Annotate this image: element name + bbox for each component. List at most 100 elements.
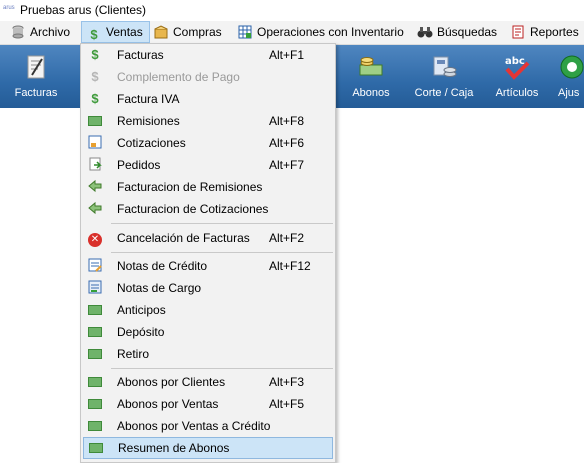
grid-icon [237,25,253,41]
menu-item-anticipos[interactable]: Anticipos [81,299,335,321]
menu-bar: Archivo $ Ventas Compras Operaciones con … [0,21,584,45]
money-icon [87,324,103,340]
menu-item-deposito[interactable]: Depósito [81,321,335,343]
menu-ventas[interactable]: $ Ventas [81,21,150,43]
menu-item-label: Notas de Cargo [117,281,202,295]
menu-separator [111,252,333,253]
toolbar-corte-caja-button[interactable]: Corte / Caja [404,45,484,108]
dollar-icon: $ [91,91,99,106]
menu-item-cotizaciones[interactable]: Cotizaciones Alt+F6 [81,132,335,154]
menu-item-label: Pedidos [117,158,161,172]
menu-item-pedidos[interactable]: Pedidos Alt+F7 [81,154,335,176]
toolbar-facturas-button[interactable]: Facturas [0,45,72,108]
menu-item-facturacion-cotizaciones[interactable]: Facturacion de Cotizaciones [81,198,335,220]
ventas-dropdown-menu: $ Facturas Alt+F1 $ Complemento de Pago … [80,43,336,463]
menu-archivo-label: Archivo [30,25,71,39]
money-icon [87,113,103,129]
menu-item-cancelacion-facturas[interactable]: ✕ Cancelación de Facturas Alt+F2 [81,227,335,249]
note-icon [87,258,103,274]
toolbar-corte-caja-label: Corte / Caja [414,87,474,99]
money-icon [357,53,385,81]
menu-item-retiro[interactable]: Retiro [81,343,335,365]
menu-item-shortcut: Alt+F5 [269,397,305,411]
money-icon [87,374,103,390]
menu-item-label: Notas de Crédito [117,259,208,273]
box-icon [153,25,169,41]
dollar-icon: $ [91,69,99,84]
toolbar-ajustes-button[interactable]: Ajus [552,45,584,108]
menu-item-resumen-abonos[interactable]: Resumen de Abonos [83,437,333,459]
menu-separator [111,368,333,369]
menu-item-shortcut: Alt+F12 [269,259,311,273]
menu-item-shortcut: Alt+F1 [269,48,305,62]
menu-item-label: Depósito [117,325,165,339]
dollar-icon: $ [91,47,99,62]
dollar-icon: $ [90,27,98,42]
menu-item-label: Abonos por Ventas [117,397,219,411]
menu-item-abonos-por-clientes[interactable]: Abonos por Clientes Alt+F3 [81,371,335,393]
menu-operaciones-label: Operaciones con Inventario [257,25,404,39]
menu-item-label: Factura IVA [117,92,180,106]
menu-item-shortcut: Alt+F2 [269,231,305,245]
convert-icon [87,179,103,195]
menu-archivo[interactable]: Archivo [6,22,76,42]
toolbar-facturas-label: Facturas [14,87,58,99]
order-icon [87,157,103,173]
binoculars-icon [417,25,433,41]
toolbar-abonos-button[interactable]: Abonos [338,45,404,108]
app-logo-icon: arus [3,5,15,11]
money-icon [87,346,103,362]
menu-item-facturacion-remisiones[interactable]: Facturacion de Remisiones [81,176,335,198]
menu-item-shortcut: Alt+F6 [269,136,305,150]
menu-item-notas-credito[interactable]: Notas de Crédito Alt+F12 [81,255,335,277]
toolbar-articulos-button[interactable]: abc Artículos [484,45,550,108]
menu-compras[interactable]: Compras [149,22,228,42]
toolbar-ajustes-label: Ajus [558,87,580,99]
convert-icon [87,201,103,217]
cash-register-icon [430,53,458,81]
menu-item-remisiones[interactable]: Remisiones Alt+F8 [81,110,335,132]
menu-item-abonos-ventas-credito[interactable]: Abonos por Ventas a Crédito [81,415,335,437]
menu-item-label: Anticipos [117,303,166,317]
svg-text:abc: abc [505,56,525,67]
menu-item-label: Facturacion de Remisiones [117,180,263,194]
menu-compras-label: Compras [173,25,222,39]
menu-reportes[interactable]: Reportes [506,22,584,42]
money-icon [88,440,104,456]
money-icon [87,418,103,434]
menu-item-facturas[interactable]: $ Facturas Alt+F1 [81,44,335,66]
menu-busquedas[interactable]: Búsquedas [413,22,503,42]
menu-item-label: Abonos por Clientes [117,375,226,389]
menu-item-label: Remisiones [117,114,180,128]
menu-item-label: Facturacion de Cotizaciones [117,202,269,216]
menu-operaciones-inventario[interactable]: Operaciones con Inventario [233,22,410,42]
menu-item-shortcut: Alt+F8 [269,114,305,128]
menu-reportes-label: Reportes [530,25,579,39]
note-icon [87,280,103,296]
menu-ventas-label: Ventas [106,25,143,39]
money-icon [87,302,103,318]
menu-item-factura-iva[interactable]: $ Factura IVA [81,88,335,110]
menu-item-shortcut: Alt+F3 [269,375,305,389]
toolbar-abonos-label: Abonos [352,87,390,99]
menu-item-label: Complemento de Pago [117,70,240,84]
menu-item-label: Facturas [117,48,164,62]
report-icon [510,25,526,41]
abc-check-icon: abc [503,53,531,81]
menu-item-notas-cargo[interactable]: Notas de Cargo [81,277,335,299]
menu-item-complemento-de-pago: $ Complemento de Pago [81,66,335,88]
menu-item-label: Cancelación de Facturas [117,231,250,245]
menu-item-label: Cotizaciones [117,136,186,150]
document-icon [87,135,103,151]
cylinder-icon [10,25,26,41]
window-title: Pruebas arus (Clientes) [20,3,147,17]
menu-item-label: Retiro [117,347,150,361]
toolbar-articulos-label: Artículos [495,87,539,99]
adjust-icon [558,53,584,81]
money-icon [87,396,103,412]
menu-separator [111,223,333,224]
menu-busquedas-label: Búsquedas [437,25,498,39]
title-bar: arus Pruebas arus (Clientes) [0,0,584,20]
invoice-icon [22,53,50,81]
menu-item-abonos-por-ventas[interactable]: Abonos por Ventas Alt+F5 [81,393,335,415]
